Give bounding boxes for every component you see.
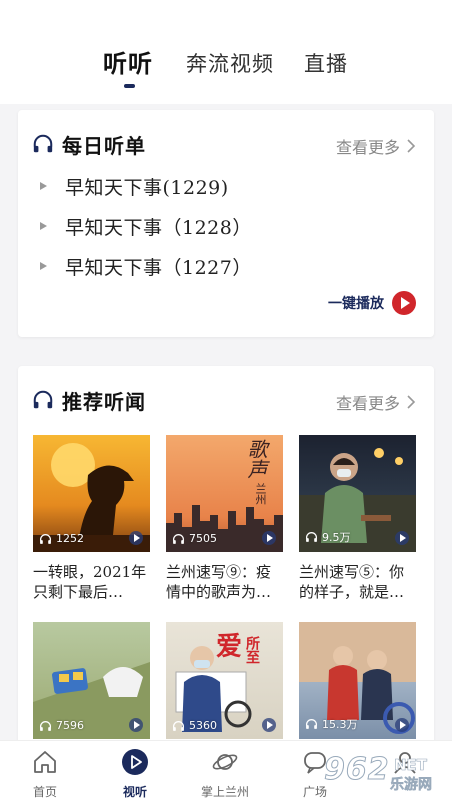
nav-lanzhou[interactable]: 掌上兰州	[180, 741, 270, 803]
active-tab-indicator	[124, 84, 135, 88]
nav-label: 首页	[32, 785, 57, 799]
nav-home[interactable]: 首页	[0, 741, 90, 803]
chevron-right-icon	[407, 139, 416, 153]
play-count: 5360	[172, 719, 217, 732]
play-count-value: 7596	[56, 719, 84, 732]
vertical-calligraphy: 歌声	[244, 439, 268, 479]
recommend-title: 推荐听闻	[62, 389, 146, 414]
daily-more-link[interactable]: 查看更多	[336, 134, 416, 158]
headphones-icon	[305, 719, 318, 729]
headphones-icon	[172, 533, 185, 544]
recommend-more-link[interactable]: 查看更多	[336, 390, 416, 414]
play-icon	[395, 531, 409, 545]
list-item[interactable]: 早知天下事(1229)	[40, 173, 229, 199]
list-item-label: 早知天下事(1229)	[65, 176, 229, 199]
headphones-icon	[39, 720, 52, 731]
play-count-value: 1252	[56, 532, 84, 545]
play-count: 7596	[39, 719, 84, 732]
audio-title[interactable]: 一转眼，2021年只剩下最后…	[33, 562, 150, 602]
play-icon	[262, 531, 276, 545]
more-label: 查看更多	[335, 394, 400, 413]
play-icon	[122, 749, 148, 775]
play-icon	[129, 531, 143, 545]
tab-live[interactable]: 直播	[304, 48, 348, 78]
daily-title: 每日听单	[62, 133, 146, 158]
chevron-right-icon	[407, 395, 416, 409]
play-count: 1252	[39, 532, 84, 545]
triangle-icon	[40, 262, 47, 270]
nav-label: 视听	[122, 785, 147, 799]
triangle-icon	[40, 222, 47, 230]
play-count-value: 9.5万	[322, 531, 351, 544]
nav-label: 掌上兰州	[200, 785, 249, 799]
tab-video[interactable]: 奔流视频	[186, 48, 274, 78]
play-icon	[262, 718, 276, 732]
site-watermark: 962 NET 乐游网	[312, 752, 447, 794]
play-count-value: 5360	[189, 719, 217, 732]
watermark-text: 乐游网	[390, 777, 433, 794]
tab-listen[interactable]: 听听	[103, 44, 153, 79]
headphones-icon	[33, 134, 53, 153]
triangle-icon	[40, 182, 47, 190]
audio-thumbnail[interactable]: 爱 所至 5360	[166, 622, 283, 739]
audio-thumbnail[interactable]: 歌声 兰州 7505	[166, 435, 283, 552]
headphones-icon	[33, 390, 53, 409]
home-icon	[34, 751, 56, 773]
list-item[interactable]: 早知天下事（1228）	[40, 213, 252, 239]
headphones-icon	[39, 533, 52, 544]
daily-header: 每日听单	[32, 130, 146, 158]
daily-list-card: 每日听单 查看更多 早知天下事(1229) 早知天下事（1228） 早知天下事（…	[18, 110, 434, 337]
nav-audiovisual[interactable]: 视听	[90, 741, 180, 803]
planet-icon	[212, 754, 238, 770]
audio-thumbnail[interactable]: 15.3万	[299, 622, 416, 739]
recommend-card: 推荐听闻 查看更多 1252 歌声 兰州 7505 9.5万 一转眼，2021年…	[18, 366, 434, 746]
play-all-label: 一键播放	[328, 296, 384, 312]
top-tab-bar: 听听 奔流视频 直播	[0, 0, 452, 104]
play-count: 9.5万	[305, 529, 351, 545]
audio-thumbnail[interactable]: 1252	[33, 435, 150, 552]
play-icon	[395, 718, 409, 732]
audio-thumbnail[interactable]: 7596	[33, 622, 150, 739]
watermark-net: NET	[394, 756, 428, 775]
recommend-header: 推荐听闻	[32, 386, 146, 414]
vertical-calligraphy: 兰州	[254, 483, 267, 505]
play-count-value: 15.3万	[322, 718, 358, 731]
play-all-button[interactable]: 一键播放	[328, 291, 416, 315]
audio-title[interactable]: 兰州速写⑨：疫情中的歌声为…	[166, 562, 283, 602]
play-count: 7505	[172, 532, 217, 545]
headphones-icon	[172, 720, 185, 731]
poster-big-char: 爱	[216, 632, 243, 662]
list-item-label: 早知天下事（1227）	[65, 256, 252, 279]
audio-title[interactable]: 兰州速写⑤：你的样子，就是…	[299, 562, 416, 602]
play-count: 15.3万	[305, 716, 358, 732]
play-count-value: 7505	[189, 532, 217, 545]
more-label: 查看更多	[335, 138, 400, 157]
play-icon	[129, 718, 143, 732]
list-item[interactable]: 早知天下事（1227）	[40, 253, 252, 279]
play-icon	[392, 291, 416, 315]
audio-thumbnail[interactable]: 9.5万	[299, 435, 416, 552]
list-item-label: 早知天下事（1228）	[65, 216, 252, 239]
headphones-icon	[305, 532, 318, 542]
poster-side-text: 所至	[244, 636, 260, 664]
watermark-number: 962	[324, 752, 390, 788]
